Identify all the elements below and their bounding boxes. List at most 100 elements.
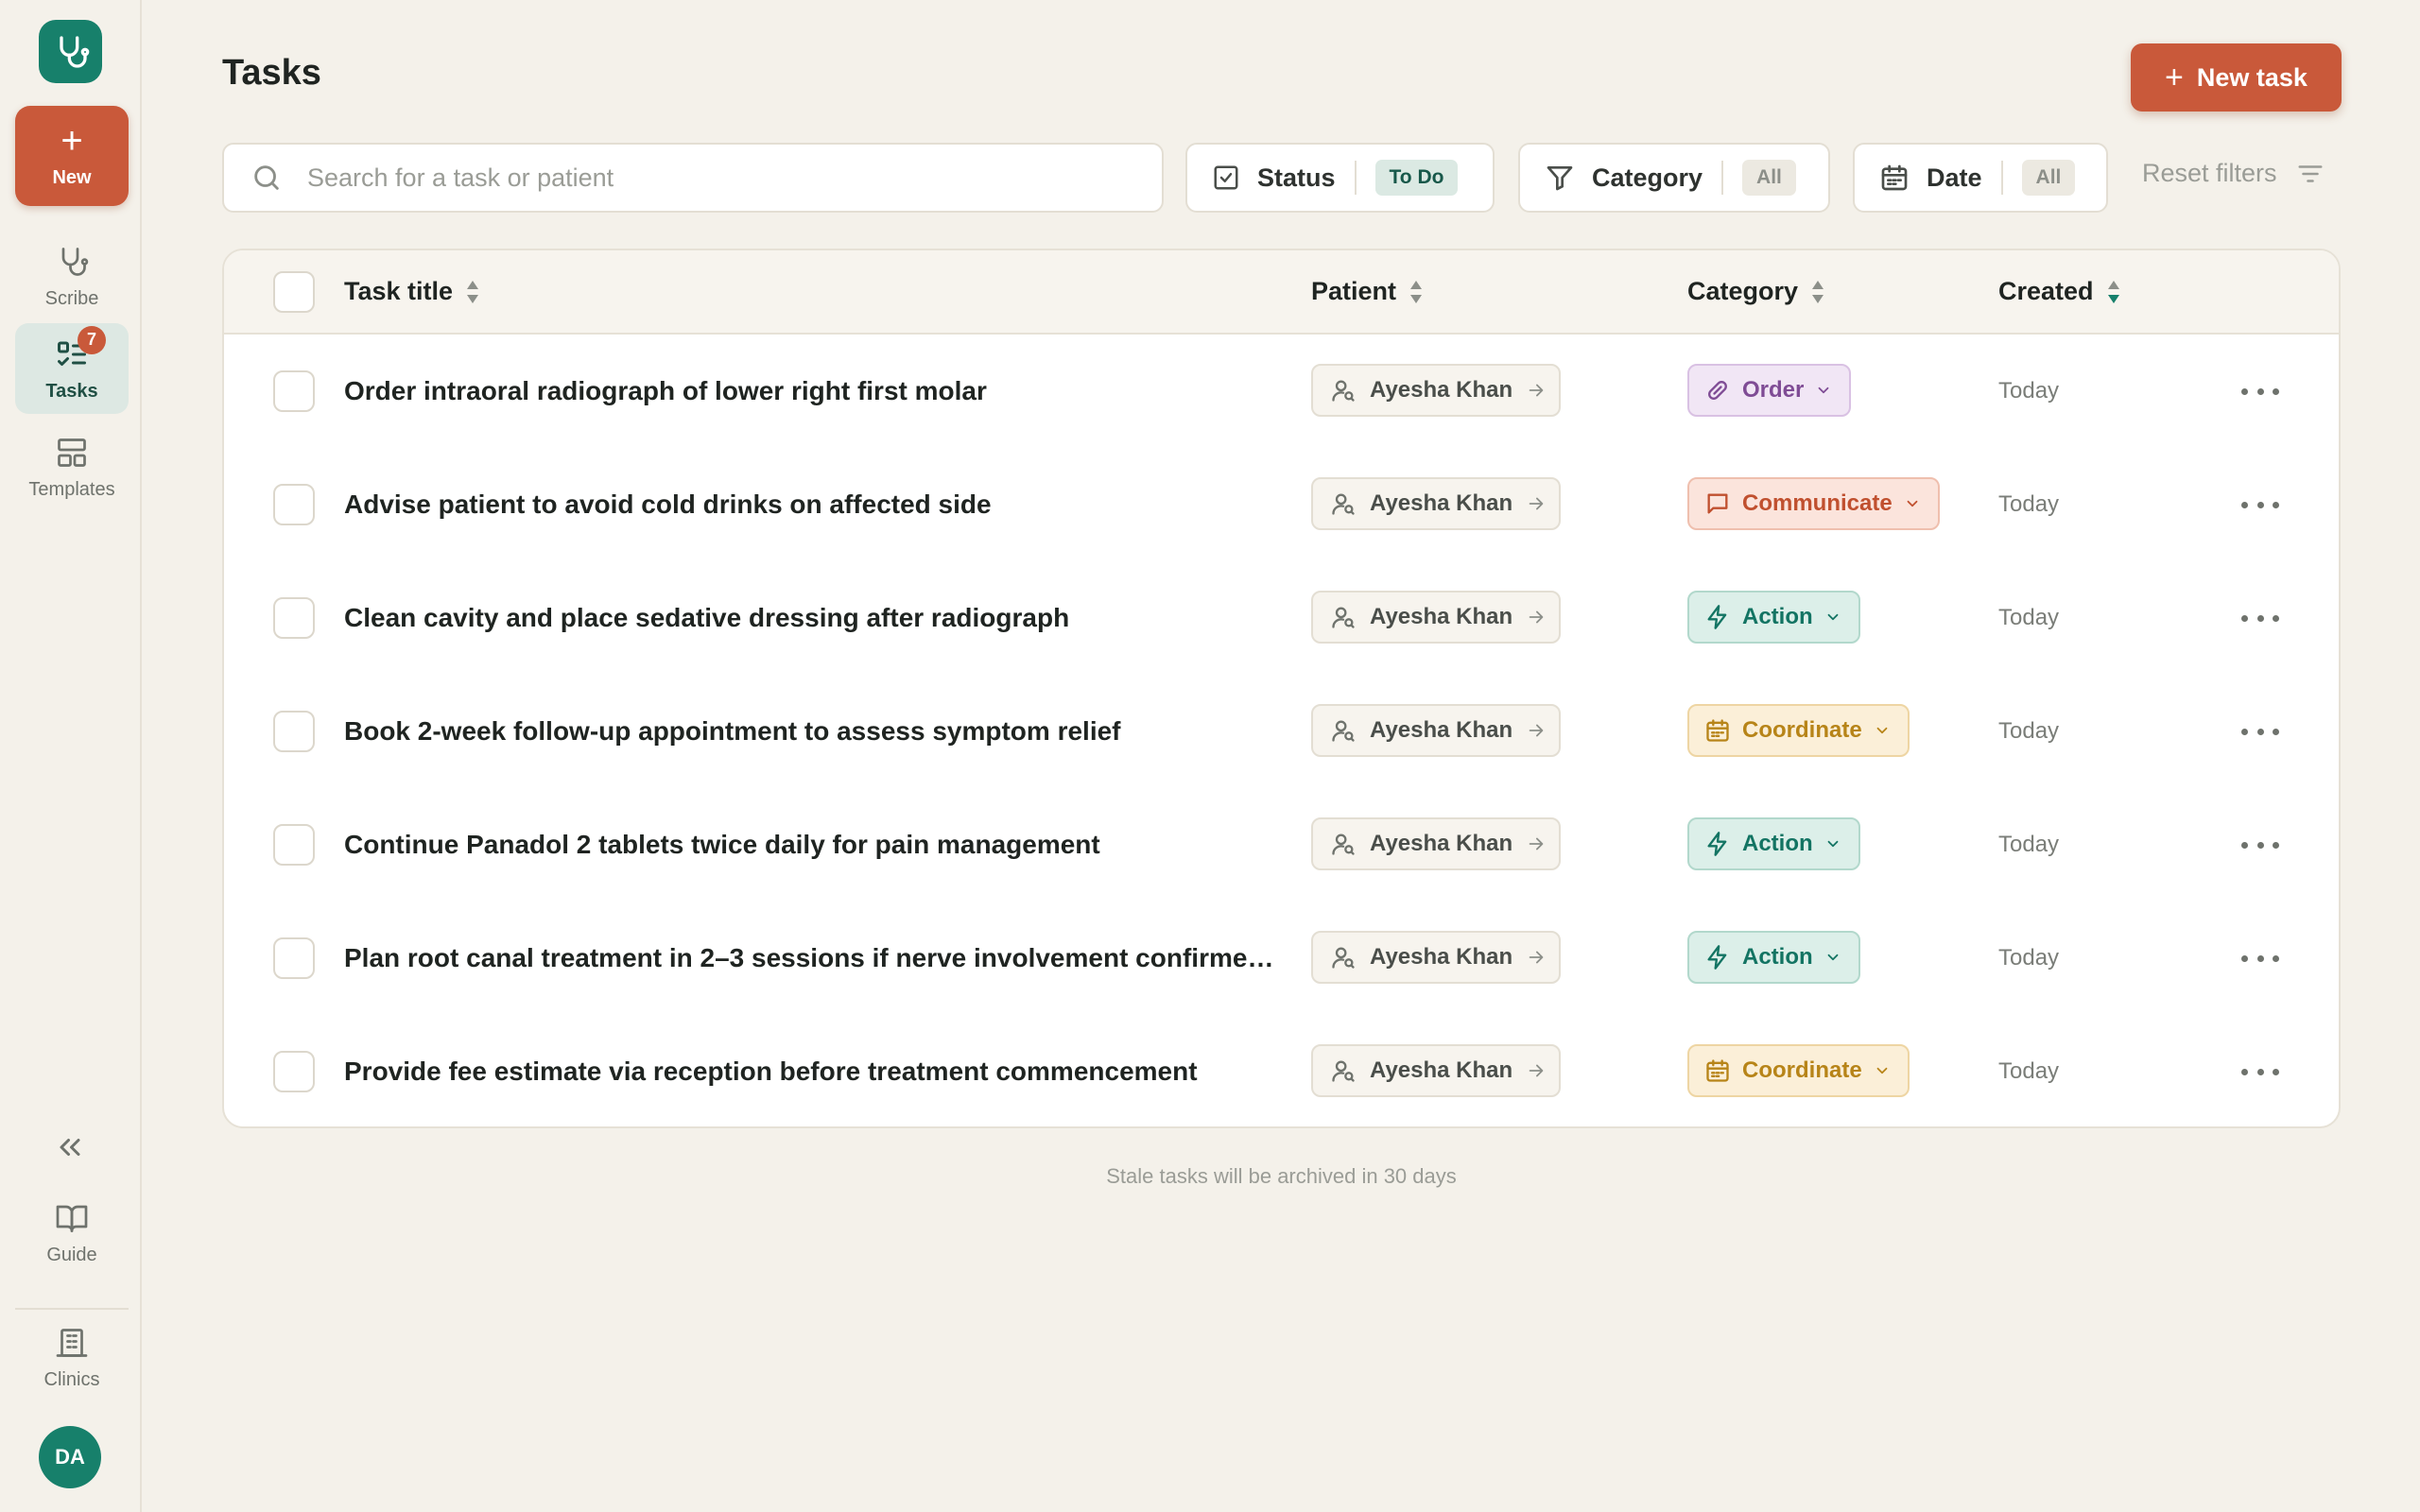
category-filter-label: Category — [1592, 163, 1703, 192]
status-filter[interactable]: Status To Do — [1185, 143, 1495, 213]
new-task-button[interactable]: + New task — [2131, 43, 2342, 112]
pill-icon — [1704, 377, 1731, 404]
more-options-icon[interactable] — [2241, 374, 2279, 408]
task-title[interactable]: Order intraoral radiograph of lower righ… — [344, 376, 1289, 406]
sidebar-item-label: Templates — [28, 478, 115, 500]
search-input[interactable] — [307, 163, 1139, 193]
task-title[interactable]: Provide fee estimate via reception befor… — [344, 1057, 1289, 1087]
plus-icon: + — [60, 119, 83, 162]
column-header-title[interactable]: Task title — [344, 277, 481, 306]
reset-filters-button[interactable]: Reset filters — [2142, 159, 2325, 188]
category-label: Action — [1742, 944, 1813, 970]
row-checkbox[interactable] — [273, 370, 315, 412]
category-dropdown[interactable]: Coordinate — [1687, 1044, 1910, 1097]
patient-chip[interactable]: Ayesha Khan — [1311, 931, 1561, 984]
row-checkbox[interactable] — [273, 1051, 315, 1092]
user-search-icon — [1332, 380, 1355, 402]
date-filter-label: Date — [1927, 163, 1982, 192]
sidebar-item-scribe[interactable]: Scribe — [15, 231, 129, 321]
calendar-icon — [1881, 164, 1908, 191]
chevron-down-icon — [1827, 840, 1839, 848]
category-dropdown[interactable]: Action — [1687, 817, 1860, 870]
category-dropdown[interactable]: Action — [1687, 931, 1860, 984]
sidebar-item-guide[interactable]: Guide — [15, 1187, 129, 1278]
table-row[interactable]: Order intraoral radiograph of lower righ… — [224, 335, 2339, 448]
category-dropdown[interactable]: Coordinate — [1687, 704, 1910, 757]
sidebar-item-templates[interactable]: Templates — [15, 421, 129, 512]
arrow-right-icon — [1529, 837, 1544, 850]
patient-name: Ayesha Khan — [1370, 377, 1513, 403]
column-header-category[interactable]: Category — [1687, 277, 1826, 306]
more-options-icon[interactable] — [2241, 828, 2279, 862]
sidebar-item-clinics[interactable]: Clinics — [15, 1312, 129, 1402]
templates-icon — [53, 434, 91, 472]
patient-chip[interactable]: Ayesha Khan — [1311, 591, 1561, 644]
date-filter[interactable]: Date All — [1853, 143, 2108, 213]
search-box[interactable] — [222, 143, 1164, 213]
category-filter-value: All — [1742, 160, 1796, 196]
more-options-icon[interactable] — [2241, 601, 2279, 635]
arrow-right-icon — [1529, 610, 1544, 624]
collapse-sidebar-icon[interactable] — [53, 1130, 87, 1164]
column-header-patient[interactable]: Patient — [1311, 277, 1425, 306]
app-logo[interactable] — [39, 20, 102, 83]
status-filter-label: Status — [1257, 163, 1336, 192]
more-options-icon[interactable] — [2241, 714, 2279, 748]
table-row[interactable]: Provide fee estimate via reception befor… — [224, 1015, 2339, 1126]
user-search-icon — [1332, 607, 1355, 628]
more-options-icon[interactable] — [2241, 488, 2279, 522]
category-label: Action — [1742, 604, 1813, 629]
book-open-icon — [53, 1199, 91, 1237]
stethoscope-icon — [53, 243, 91, 281]
user-avatar[interactable]: DA — [39, 1426, 101, 1488]
patient-chip[interactable]: Ayesha Khan — [1311, 704, 1561, 757]
arrow-right-icon — [1529, 724, 1544, 737]
task-title[interactable]: Book 2-week follow-up appointment to ass… — [344, 716, 1289, 747]
table-row[interactable]: Advise patient to avoid cold drinks on a… — [224, 448, 2339, 561]
select-all-checkbox[interactable] — [273, 271, 315, 313]
category-dropdown[interactable]: Action — [1687, 591, 1860, 644]
more-options-icon[interactable] — [2241, 941, 2279, 975]
plus-icon: + — [2165, 60, 2184, 95]
task-title[interactable]: Clean cavity and place sedative dressing… — [344, 603, 1289, 633]
user-search-icon — [1332, 833, 1355, 855]
sidebar: + New Scribe 7 Tasks Templates Guide Cli… — [0, 0, 142, 1512]
user-search-icon — [1332, 493, 1355, 515]
category-dropdown[interactable]: Communicate — [1687, 477, 1940, 530]
sidebar-item-tasks[interactable]: 7 Tasks — [15, 323, 129, 414]
chevron-down-icon — [1907, 500, 1918, 507]
table-row[interactable]: Continue Panadol 2 tablets twice daily f… — [224, 788, 2339, 902]
sidebar-new-label: New — [52, 166, 92, 188]
filter-lines-icon — [2298, 164, 2323, 182]
task-title[interactable]: Plan root canal treatment in 2–3 session… — [344, 943, 1289, 973]
patient-chip[interactable]: Ayesha Khan — [1311, 817, 1561, 870]
row-checkbox[interactable] — [273, 824, 315, 866]
page-title: Tasks — [222, 53, 321, 93]
sidebar-new-button[interactable]: + New — [15, 106, 129, 206]
arrow-right-icon — [1529, 1064, 1544, 1077]
chat-icon — [1704, 490, 1731, 517]
patient-chip[interactable]: Ayesha Khan — [1311, 1044, 1561, 1097]
patient-chip[interactable]: Ayesha Khan — [1311, 477, 1561, 530]
patient-chip[interactable]: Ayesha Khan — [1311, 364, 1561, 417]
row-checkbox[interactable] — [273, 937, 315, 979]
sidebar-item-label: Guide — [46, 1244, 97, 1265]
table-row[interactable]: Book 2-week follow-up appointment to ass… — [224, 675, 2339, 788]
table-row[interactable]: Plan root canal treatment in 2–3 session… — [224, 902, 2339, 1015]
table-row[interactable]: Clean cavity and place sedative dressing… — [224, 561, 2339, 675]
category-filter[interactable]: Category All — [1518, 143, 1830, 213]
task-title[interactable]: Continue Panadol 2 tablets twice daily f… — [344, 830, 1289, 860]
row-checkbox[interactable] — [273, 711, 315, 752]
row-checkbox[interactable] — [273, 597, 315, 639]
reset-filters-label: Reset filters — [2142, 159, 2277, 187]
column-header-created[interactable]: Created — [1998, 277, 2122, 306]
task-title[interactable]: Advise patient to avoid cold drinks on a… — [344, 490, 1289, 520]
row-checkbox[interactable] — [273, 484, 315, 525]
category-dropdown[interactable]: Order — [1687, 364, 1852, 417]
checkbox-square-icon — [1214, 165, 1238, 190]
tasks-table: Task title Patient Category Created Orde… — [222, 249, 2341, 1128]
more-options-icon[interactable] — [2241, 1055, 2279, 1089]
user-search-icon — [1332, 720, 1355, 742]
sidebar-divider — [15, 1308, 129, 1310]
created-date: Today — [1998, 378, 2060, 404]
